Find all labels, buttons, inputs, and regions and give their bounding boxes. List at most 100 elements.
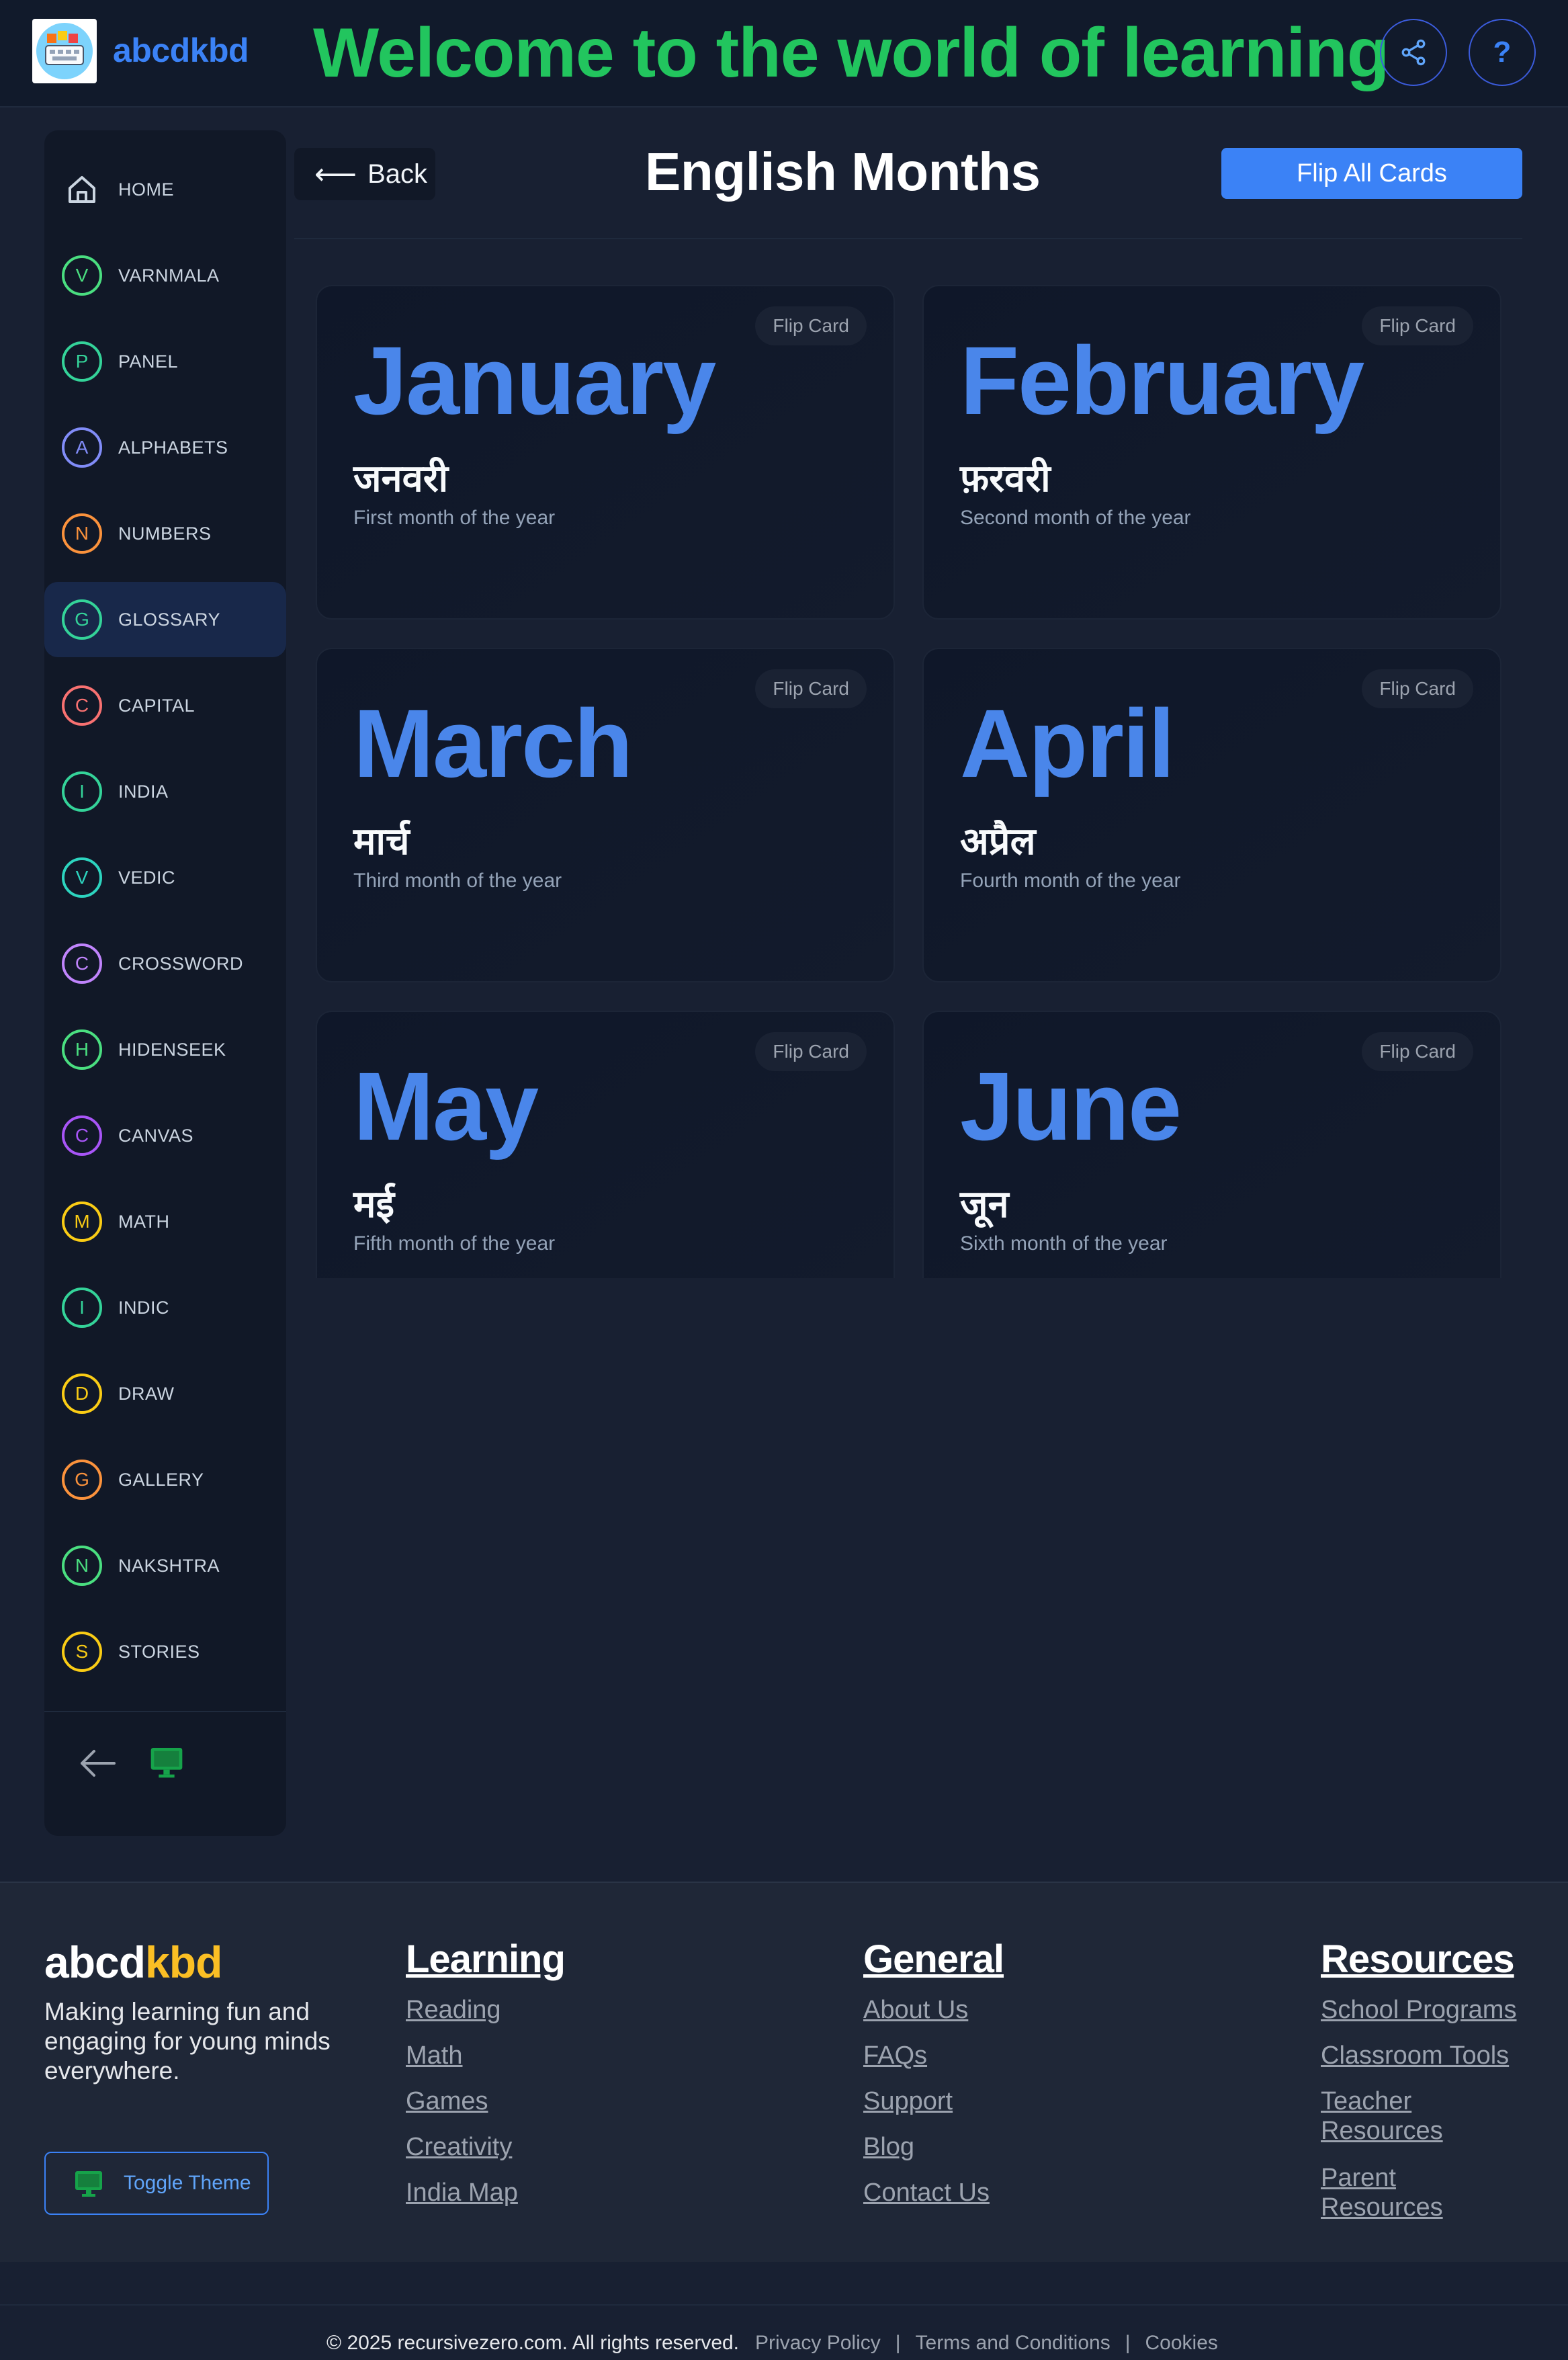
nav-letter-icon: V bbox=[62, 255, 102, 296]
nav-letter-icon: I bbox=[62, 771, 102, 812]
footer-general-column: General About Us FAQs Support Blog Conta… bbox=[863, 1937, 1004, 2224]
footer-link-games[interactable]: Games bbox=[406, 2087, 565, 2116]
footer-link-reading[interactable]: Reading bbox=[406, 1995, 565, 2025]
month-card-march[interactable]: Flip Card March मार्च Third month of the ye… bbox=[316, 648, 895, 982]
sidebar-item-india[interactable]: I INDIA bbox=[44, 754, 286, 829]
month-card-june[interactable]: Flip Card June जून Sixth month of the year bbox=[922, 1011, 1501, 1278]
footer-link-parent-resources[interactable]: Parent Resources bbox=[1321, 2163, 1522, 2222]
month-card-january[interactable]: Flip Card January जनवरी First month of the … bbox=[316, 285, 895, 620]
nav-letter-icon: G bbox=[62, 1460, 102, 1500]
footer: abcdkbd Making learning fun and engaging… bbox=[0, 1882, 1568, 2262]
footer-link-creativity[interactable]: Creativity bbox=[406, 2132, 565, 2162]
share-button[interactable] bbox=[1380, 19, 1447, 86]
bottom-bar: © 2025 recursivezero.com. All rights res… bbox=[0, 2262, 1568, 2360]
sidebar-item-canvas[interactable]: C CANVAS bbox=[44, 1098, 286, 1173]
footer-link-india-map[interactable]: India Map bbox=[406, 2178, 565, 2207]
sidebar-item-nakshtra[interactable]: N NAKSHTRA bbox=[44, 1528, 286, 1603]
sidebar-item-stories[interactable]: S STORIES bbox=[44, 1614, 286, 1689]
sidebar-item-varnmala[interactable]: V VARNMALA bbox=[44, 238, 286, 313]
cookies-link[interactable]: Cookies bbox=[1145, 2332, 1218, 2355]
sidebar-item-label: PANEL bbox=[118, 351, 179, 372]
sidebar-item-home[interactable]: HOME bbox=[44, 152, 286, 227]
footer-link-school-programs[interactable]: School Programs bbox=[1321, 1995, 1522, 2025]
footer-link-classroom-tools[interactable]: Classroom Tools bbox=[1321, 2041, 1522, 2070]
app-logo[interactable] bbox=[32, 19, 97, 83]
month-description: Third month of the year bbox=[353, 870, 562, 892]
privacy-policy-link[interactable]: Privacy Policy bbox=[755, 2332, 881, 2355]
separator: | bbox=[1125, 2332, 1131, 2354]
sidebar-item-gallery[interactable]: G GALLERY bbox=[44, 1442, 286, 1517]
toggle-theme-button[interactable]: Toggle Theme bbox=[44, 2152, 269, 2215]
month-hindi: अप्रैल bbox=[960, 820, 1036, 862]
flip-card-button[interactable]: Flip Card bbox=[1362, 1032, 1473, 1071]
month-name: February bbox=[960, 327, 1364, 435]
footer-link-blog[interactable]: Blog bbox=[863, 2132, 1004, 2162]
page-title: English Months bbox=[645, 142, 1041, 202]
month-card-may[interactable]: Flip Card May मई Fifth month of the year bbox=[316, 1011, 895, 1278]
arrow-left-icon[interactable] bbox=[77, 1747, 118, 1779]
copyright-row: © 2025 recursivezero.com. All rights res… bbox=[326, 2332, 1218, 2355]
sidebar-item-label: GLOSSARY bbox=[118, 609, 221, 630]
month-description: Second month of the year bbox=[960, 507, 1191, 529]
sidebar-item-label: CROSSWORD bbox=[118, 953, 243, 974]
terms-link[interactable]: Terms and Conditions bbox=[916, 2332, 1110, 2355]
sidebar-item-numbers[interactable]: N NUMBERS bbox=[44, 496, 286, 571]
footer-link-support[interactable]: Support bbox=[863, 2087, 1004, 2116]
flip-card-button[interactable]: Flip Card bbox=[1362, 306, 1473, 345]
title-divider bbox=[294, 238, 1522, 239]
month-card-april[interactable]: Flip Card April अप्रैल Fourth month of the … bbox=[922, 648, 1501, 982]
sidebar-item-vedic[interactable]: V VEDIC bbox=[44, 840, 286, 915]
sidebar-item-math[interactable]: M MATH bbox=[44, 1184, 286, 1259]
nav-letter-icon: G bbox=[62, 599, 102, 640]
sidebar-item-label: CAPITAL bbox=[118, 695, 195, 716]
monitor-icon bbox=[75, 2171, 102, 2197]
month-name: May bbox=[353, 1052, 539, 1161]
footer-learning-title: Learning bbox=[406, 1937, 566, 1981]
sidebar: HOME V VARNMALA P PANEL A ALPHABETS N NUMBERS G GL… bbox=[44, 130, 286, 1836]
sidebar-item-panel[interactable]: P PANEL bbox=[44, 324, 286, 399]
copyright-text: © 2025 recursivezero.com. All rights res… bbox=[326, 2332, 740, 2354]
footer-resources-title: Resources bbox=[1321, 1937, 1515, 1981]
sidebar-item-capital[interactable]: C CAPITAL bbox=[44, 668, 286, 743]
sidebar-item-label: NUMBERS bbox=[118, 523, 212, 544]
footer-brand-accent: kbd bbox=[145, 1937, 222, 1987]
nav-letter-icon: N bbox=[62, 513, 102, 554]
footer-link-faqs[interactable]: FAQs bbox=[863, 2041, 1004, 2070]
flip-card-button[interactable]: Flip Card bbox=[755, 1032, 867, 1071]
help-button[interactable]: ? bbox=[1469, 19, 1536, 86]
sidebar-item-label: MATH bbox=[118, 1211, 170, 1232]
nav-letter-icon: A bbox=[62, 427, 102, 468]
footer-link-contact-us[interactable]: Contact Us bbox=[863, 2178, 1004, 2207]
footer-link-about-us[interactable]: About Us bbox=[863, 1995, 1004, 2025]
sidebar-item-label: INDIA bbox=[118, 781, 169, 802]
flip-card-button[interactable]: Flip Card bbox=[755, 306, 867, 345]
sidebar-item-hidenseek[interactable]: H HIDENSEEK bbox=[44, 1012, 286, 1087]
footer-link-math[interactable]: Math bbox=[406, 2041, 565, 2070]
nav-letter-icon: D bbox=[62, 1374, 102, 1414]
sidebar-item-alphabets[interactable]: A ALPHABETS bbox=[44, 410, 286, 485]
nav-letter-icon: P bbox=[62, 341, 102, 382]
flip-all-cards-button[interactable]: Flip All Cards bbox=[1221, 148, 1522, 199]
sidebar-item-label: VARNMALA bbox=[118, 265, 220, 286]
toggle-theme-label: Toggle Theme bbox=[124, 2172, 251, 2194]
separator: | bbox=[895, 2332, 901, 2354]
sidebar-item-indic[interactable]: I INDIC bbox=[44, 1270, 286, 1345]
month-hindi: जनवरी bbox=[353, 457, 449, 499]
sidebar-item-label: VEDIC bbox=[118, 867, 176, 888]
sidebar-item-draw[interactable]: D DRAW bbox=[44, 1356, 286, 1431]
sidebar-item-crossword[interactable]: C CROSSWORD bbox=[44, 926, 286, 1001]
monitor-icon[interactable] bbox=[148, 1743, 185, 1781]
nav-letter-icon: C bbox=[62, 943, 102, 984]
flip-card-button[interactable]: Flip Card bbox=[1362, 669, 1473, 708]
back-button[interactable]: ⟵ Back bbox=[294, 148, 435, 200]
month-card-february[interactable]: Flip Card February फ़रवरी Second month of t… bbox=[922, 285, 1501, 620]
brand-name[interactable]: abcdkbd bbox=[113, 31, 249, 70]
flip-card-button[interactable]: Flip Card bbox=[755, 669, 867, 708]
footer-link-teacher-resources[interactable]: Teacher Resources bbox=[1321, 2087, 1522, 2146]
welcome-heading: Welcome to the world of learning bbox=[313, 14, 1389, 92]
nav-letter-icon: H bbox=[62, 1029, 102, 1070]
footer-learning-column: Learning Reading Math Games Creativity I… bbox=[406, 1937, 566, 2224]
month-hindi: मार्च bbox=[353, 820, 410, 862]
month-hindi: फ़रवरी bbox=[960, 457, 1051, 499]
sidebar-item-glossary[interactable]: G GLOSSARY bbox=[44, 582, 286, 657]
